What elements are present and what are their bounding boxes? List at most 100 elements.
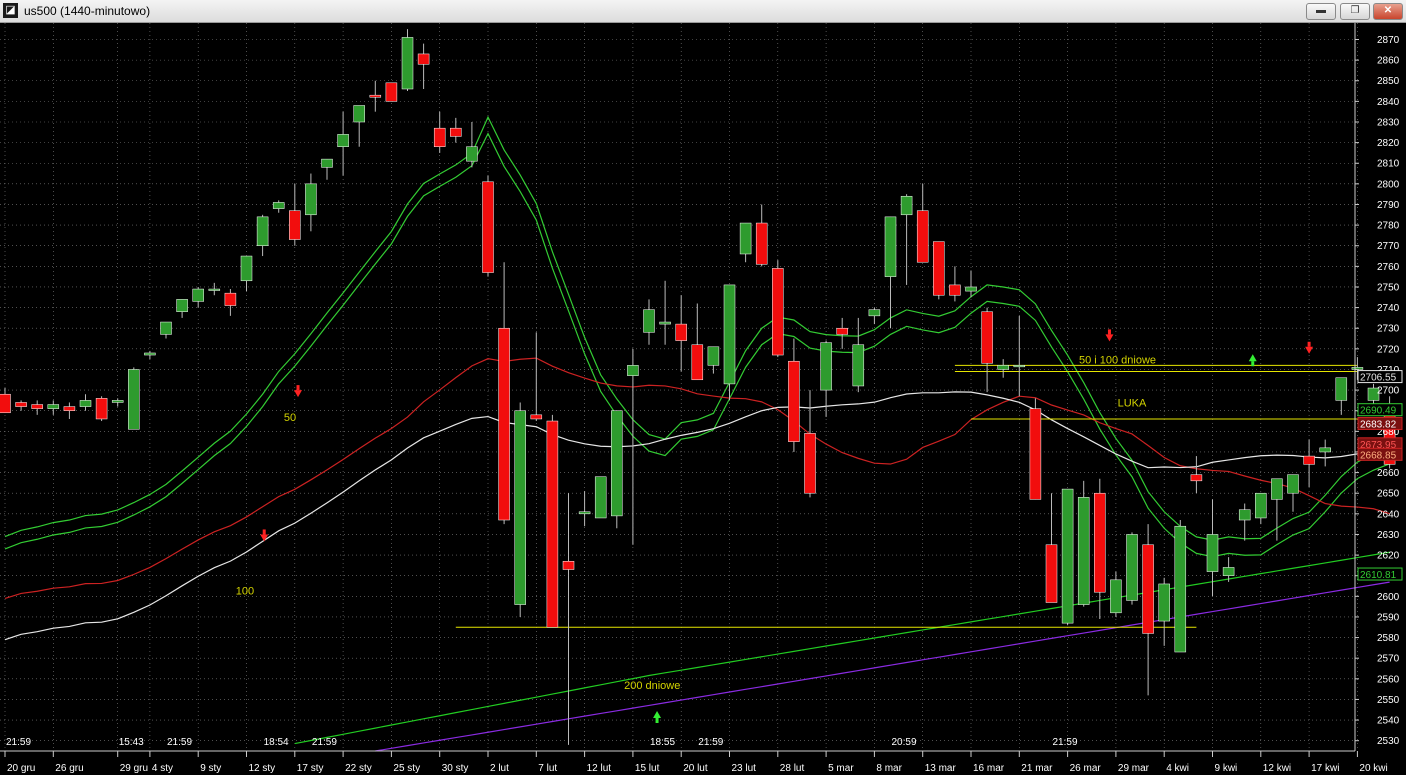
candle-body: [916, 210, 929, 263]
candle-body: [884, 216, 897, 277]
price-label: 2690.49: [1360, 406, 1397, 417]
candle-body: [868, 309, 881, 317]
x-date-label: 25 sty: [393, 763, 420, 774]
candle-body: [160, 321, 172, 335]
x-date-label: 16 mar: [973, 763, 1005, 774]
candle-body: [1110, 579, 1122, 614]
candle-body: [337, 134, 349, 147]
y-tick-label: 2590: [1377, 612, 1400, 623]
candle-body: [562, 561, 575, 570]
restore-button[interactable]: ❐: [1340, 3, 1370, 20]
candle-body: [79, 400, 92, 407]
window-title: us500 (1440-minutowo): [24, 4, 151, 18]
y-tick-label: 2660: [1377, 468, 1400, 479]
x-date-label: 26 gru: [55, 763, 83, 774]
chart-annotation: 100: [236, 585, 254, 597]
candle-body: [385, 82, 398, 102]
candle-body: [691, 344, 704, 381]
close-icon: ✕: [1383, 5, 1393, 16]
candle-body: [1190, 474, 1203, 482]
y-tick-label: 2800: [1377, 179, 1400, 190]
chart-window: ◪ us500 (1440-minutowo) ▬ ❐ ✕ 50 100 200 d…: [0, 0, 1406, 775]
x-date-label: 29 gru: [120, 763, 148, 774]
price-chart[interactable]: 50 100 200 dniowe 50 i 100 dniowe LUKA 2530 25…: [0, 23, 1406, 775]
candle-body: [611, 410, 623, 517]
candle-body: [401, 37, 414, 90]
candle-body: [176, 299, 188, 312]
y-tick-label: 2810: [1377, 159, 1400, 170]
candle-body: [997, 365, 1009, 370]
candle-body: [965, 286, 977, 292]
x-date-label: 2 lut: [490, 763, 509, 774]
y-tick-label: 2820: [1377, 138, 1400, 149]
candle-body: [530, 414, 543, 420]
y-tick-label: 2850: [1377, 76, 1400, 87]
x-date-label: 9 sty: [200, 763, 221, 774]
candle-body: [128, 369, 140, 430]
y-tick-label: 2560: [1377, 674, 1400, 685]
candle-body: [981, 311, 993, 364]
x-date-label: 21 mar: [1021, 763, 1053, 774]
candle-body: [111, 400, 124, 403]
candle-body: [804, 433, 816, 494]
x-time-label: 21:59: [6, 737, 31, 748]
x-time-label: 21:59: [1053, 737, 1078, 748]
candle-body: [1287, 474, 1299, 494]
close-button[interactable]: ✕: [1373, 3, 1403, 20]
x-date-label: 29 mar: [1118, 763, 1150, 774]
y-tick-label: 2570: [1377, 654, 1400, 665]
candle-body: [31, 404, 43, 409]
x-date-label: 4 sty: [152, 763, 173, 774]
candle-body: [450, 127, 462, 137]
candle-body: [514, 410, 526, 605]
candle-body: [1142, 544, 1154, 634]
minimize-icon: ▬: [1316, 5, 1326, 16]
chart-background: [0, 23, 1406, 775]
y-tick-label: 2830: [1377, 117, 1400, 128]
chart-app-icon[interactable]: ◪: [3, 3, 18, 18]
x-time-label: 21:59: [698, 737, 723, 748]
candle-body: [627, 365, 639, 376]
candle-body: [1206, 534, 1219, 572]
y-tick-label: 2790: [1377, 200, 1400, 211]
candle-body: [675, 323, 687, 341]
candle-body: [594, 476, 607, 519]
chart-annotation: LUKA: [1118, 398, 1147, 410]
x-date-label: 23 lut: [732, 763, 757, 774]
candle-body: [321, 158, 333, 168]
candle-body: [788, 360, 800, 442]
candle-body: [1126, 534, 1138, 601]
candle-body: [1335, 377, 1348, 401]
candle-body: [256, 216, 269, 246]
candle-body: [498, 327, 510, 521]
x-date-label: 17 sty: [297, 763, 324, 774]
candle-body: [772, 268, 784, 356]
y-tick-label: 2860: [1377, 56, 1400, 67]
candle-body: [369, 94, 382, 98]
x-time-label: 15:43: [119, 737, 144, 748]
candle-body: [272, 202, 285, 209]
restore-icon: ❐: [1350, 5, 1360, 16]
minimize-button[interactable]: ▬: [1306, 3, 1336, 20]
y-tick-label: 2730: [1377, 324, 1400, 335]
candle-body: [1029, 408, 1042, 500]
x-date-label: 20 gru: [7, 763, 35, 774]
y-tick-label: 2770: [1377, 241, 1400, 252]
candle-body: [1174, 525, 1187, 653]
candle-body: [63, 406, 76, 411]
x-date-label: 13 mar: [925, 763, 957, 774]
y-tick-label: 2720: [1377, 344, 1400, 355]
y-tick-label: 2620: [1377, 551, 1400, 562]
y-tick-label: 2740: [1377, 303, 1400, 314]
candle-body: [1061, 488, 1074, 624]
candle-body: [482, 181, 494, 273]
candle-body: [900, 195, 913, 216]
candle-body: [578, 511, 591, 515]
candle-body: [224, 292, 237, 306]
candle-body: [305, 183, 317, 216]
price-label: 2610.81: [1360, 570, 1397, 581]
candle-body: [1271, 478, 1283, 500]
y-tick-label: 2580: [1377, 633, 1400, 644]
title-bar[interactable]: ◪ us500 (1440-minutowo) ▬ ❐ ✕: [0, 0, 1406, 23]
y-tick-label: 2750: [1377, 282, 1400, 293]
